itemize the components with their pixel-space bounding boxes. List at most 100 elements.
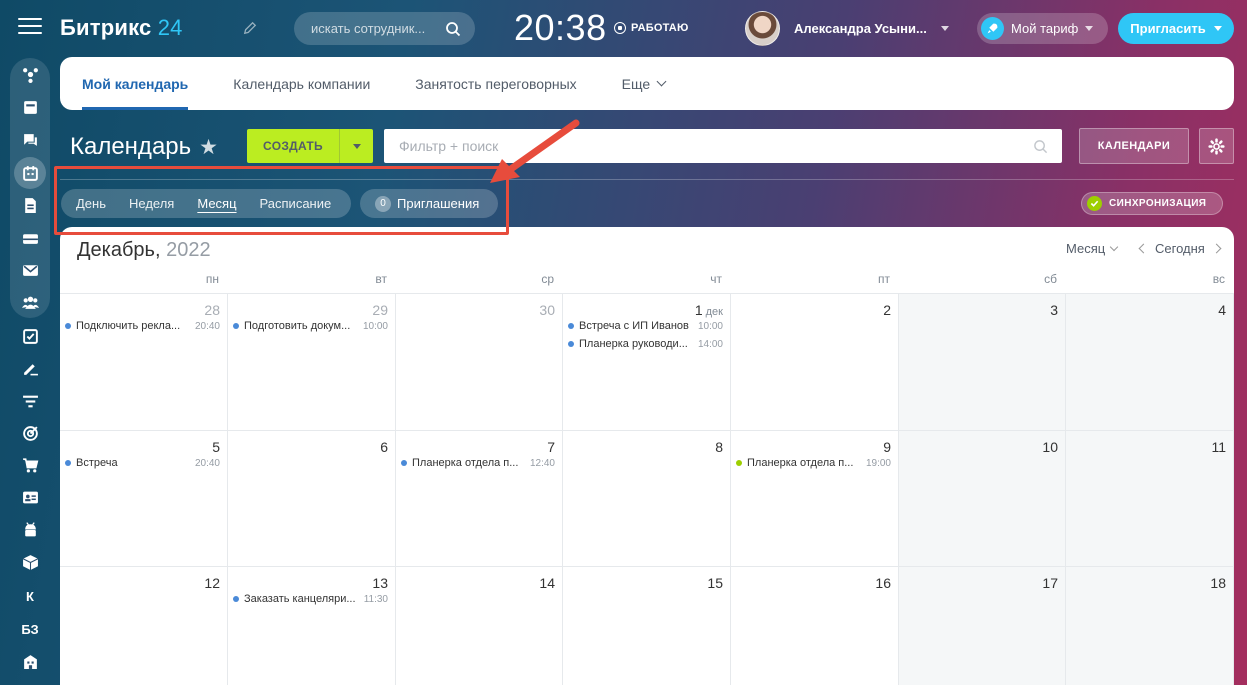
next-arrow-icon[interactable] bbox=[1211, 243, 1222, 254]
sidebar-item-android[interactable] bbox=[15, 516, 45, 542]
day-cell[interactable]: 15 bbox=[563, 567, 731, 685]
sidebar-item-network[interactable] bbox=[15, 61, 45, 87]
sidebar-item-chat[interactable] bbox=[15, 127, 45, 153]
chevron-down-icon bbox=[1213, 26, 1222, 31]
tab-0[interactable]: Мой календарь bbox=[82, 57, 189, 110]
invite-button[interactable]: Пригласить bbox=[1118, 13, 1234, 44]
day-cell[interactable]: 13 Заказать канцеляри... 11:30 bbox=[228, 567, 396, 685]
event-time: 12:40 bbox=[529, 457, 555, 469]
network-icon bbox=[22, 67, 38, 83]
day-number-text: 7 bbox=[547, 439, 555, 455]
sidebar-item-crm[interactable] bbox=[15, 388, 45, 414]
create-dropdown[interactable] bbox=[339, 129, 373, 163]
day-cell[interactable]: 2 bbox=[731, 294, 899, 431]
settings-button[interactable] bbox=[1199, 128, 1234, 164]
view-select[interactable]: Месяц bbox=[1066, 241, 1119, 256]
day-cell[interactable]: 17 bbox=[899, 567, 1066, 685]
day-cell[interactable]: 10 bbox=[899, 431, 1066, 567]
sync-button[interactable]: СИНХРОНИЗАЦИЯ bbox=[1081, 192, 1223, 215]
pencil-icon[interactable] bbox=[243, 21, 257, 40]
sidebar-item-mail[interactable] bbox=[15, 257, 45, 283]
chevron-down-icon bbox=[1085, 26, 1094, 31]
sidebar-item-news[interactable] bbox=[15, 94, 45, 120]
day-cell[interactable]: 18 bbox=[1066, 567, 1234, 685]
brand-logo[interactable]: Битрикс 24 bbox=[60, 15, 183, 41]
day-cell[interactable]: 6 bbox=[228, 431, 396, 567]
day-cell[interactable]: 16 bbox=[731, 567, 899, 685]
day-cell[interactable]: 30 bbox=[396, 294, 563, 431]
invitations-button[interactable]: 0 Приглашения bbox=[360, 189, 498, 218]
calendars-button[interactable]: КАЛЕНДАРИ bbox=[1079, 128, 1189, 164]
sidebar-item-document[interactable] bbox=[15, 192, 45, 218]
create-button[interactable]: СОЗДАТЬ bbox=[247, 129, 373, 163]
employee-search-input[interactable]: искать сотрудник... bbox=[294, 12, 475, 45]
sidebar-item-target[interactable] bbox=[15, 420, 45, 446]
tariff-button[interactable]: Мой тариф bbox=[977, 13, 1108, 44]
sidebar-item-calendar[interactable] bbox=[14, 157, 46, 189]
calendar-event[interactable]: Встреча 20:40 bbox=[65, 455, 220, 471]
sidebar-item-text[interactable]: К bbox=[15, 583, 45, 609]
day-cell[interactable]: 7 Планерка отдела п... 12:40 bbox=[396, 431, 563, 567]
day-number: 28 bbox=[204, 302, 220, 318]
sidebar-item-text[interactable]: БЗ bbox=[15, 616, 45, 642]
calendar-event[interactable]: Планерка руководи... 14:00 bbox=[568, 336, 723, 352]
day-cell[interactable]: 28 Подключить рекла... 20:40 bbox=[60, 294, 228, 431]
sidebar-item-box[interactable] bbox=[15, 549, 45, 575]
calendar-event[interactable]: Планерка отдела п... 19:00 bbox=[736, 455, 891, 471]
menu-icon[interactable] bbox=[18, 18, 42, 40]
clock-time[interactable]: 20:38 bbox=[514, 7, 607, 49]
event-title: Встреча с ИП Иванов bbox=[579, 320, 689, 332]
calendar-event[interactable]: Подключить рекла... 20:40 bbox=[65, 318, 220, 334]
work-status[interactable]: РАБОТАЮ bbox=[614, 22, 689, 34]
filter-search-input[interactable]: Фильтр + поиск bbox=[384, 129, 1062, 163]
today-button[interactable]: Сегодня bbox=[1155, 241, 1205, 256]
calendar-event[interactable]: Заказать канцеляри... 11:30 bbox=[233, 591, 388, 607]
day-cell[interactable]: 5 Встреча 20:40 bbox=[60, 431, 228, 567]
tab-2[interactable]: Занятость переговорных bbox=[415, 57, 576, 110]
tab-3[interactable]: Еще bbox=[622, 57, 667, 110]
weekday-label: сб bbox=[1044, 272, 1057, 286]
day-cell[interactable]: 11 bbox=[1066, 431, 1234, 567]
view-tab-0[interactable]: День bbox=[76, 196, 106, 211]
calendar-event[interactable]: Планерка отдела п... 12:40 bbox=[401, 455, 555, 471]
day-cell[interactable]: 9 Планерка отдела п... 19:00 bbox=[731, 431, 899, 567]
event-title: Планерка отдела п... bbox=[412, 457, 519, 469]
sidebar-item-tasks[interactable] bbox=[15, 323, 45, 349]
calendar-event[interactable]: Встреча с ИП Иванов 10:00 bbox=[568, 318, 723, 334]
sidebar-item-sign[interactable] bbox=[15, 355, 45, 381]
view-tab-2[interactable]: Месяц bbox=[197, 196, 236, 211]
view-tab-1[interactable]: Неделя bbox=[129, 196, 174, 211]
create-label: СОЗДАТЬ bbox=[263, 139, 323, 153]
day-cell[interactable]: 29 Подготовить докум... 10:00 bbox=[228, 294, 396, 431]
brand-number: 24 bbox=[157, 15, 183, 40]
day-cell[interactable]: 3 bbox=[899, 294, 1066, 431]
day-cell[interactable]: 8 bbox=[563, 431, 731, 567]
calendar-icon bbox=[22, 165, 38, 181]
day-number-text: 15 bbox=[707, 575, 723, 591]
day-cell[interactable]: 4 bbox=[1066, 294, 1234, 431]
calendar-event[interactable]: Подготовить докум... 10:00 bbox=[233, 318, 388, 334]
tab-1[interactable]: Календарь компании bbox=[233, 57, 370, 110]
day-cell[interactable]: 12 bbox=[60, 567, 228, 685]
day-number-text: 3 bbox=[1050, 302, 1058, 318]
view-tab-3[interactable]: Расписание bbox=[260, 196, 332, 211]
event-color-dot bbox=[65, 323, 71, 329]
contact-icon bbox=[22, 491, 38, 503]
star-icon[interactable]: ★ bbox=[199, 135, 218, 160]
sidebar-item-group[interactable] bbox=[15, 289, 45, 315]
event-title: Подготовить докум... bbox=[244, 320, 351, 332]
sidebar-item-shop[interactable] bbox=[15, 452, 45, 478]
sign-icon bbox=[23, 363, 38, 375]
shop-icon bbox=[22, 457, 38, 472]
day-number-text: 4 bbox=[1218, 302, 1226, 318]
box-icon bbox=[22, 554, 38, 570]
user-menu[interactable]: Александра Усыни... bbox=[745, 11, 949, 46]
sidebar-item-contact[interactable] bbox=[15, 484, 45, 510]
day-cell[interactable]: 14 bbox=[396, 567, 563, 685]
previous-arrow-icon[interactable] bbox=[1138, 243, 1149, 254]
sidebar-item-company[interactable] bbox=[15, 648, 45, 674]
sidebar-item-drive[interactable] bbox=[15, 225, 45, 251]
day-cell[interactable]: 1 дек Встреча с ИП Иванов 10:00 Планерка рук… bbox=[563, 294, 731, 431]
month-suffix: дек bbox=[705, 306, 723, 318]
chat-icon bbox=[23, 133, 37, 146]
